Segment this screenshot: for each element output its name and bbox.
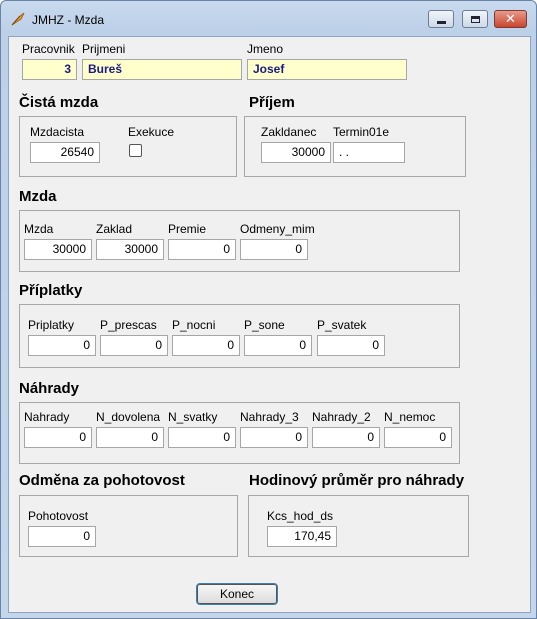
nahrady-2-field[interactable]: 0: [312, 427, 380, 448]
nahrady-heading: Náhrady: [19, 380, 80, 397]
exekuce-label: Exekuce: [128, 125, 175, 139]
prijem-heading: Příjem: [249, 94, 295, 111]
premie-label: Premie: [168, 222, 207, 236]
priplatky-field[interactable]: 0: [28, 335, 96, 356]
form-area: Pracovnik Prijmeni Jmeno 3 Bureš Josef Č…: [8, 36, 531, 613]
nahrady-field[interactable]: 0: [24, 427, 92, 448]
pohotovost-label: Pohotovost: [28, 509, 89, 523]
priplatky-label: Priplatky: [28, 318, 75, 332]
pracovnik-label: Pracovnik: [22, 42, 75, 56]
zakldanec-field[interactable]: 30000: [261, 142, 331, 163]
mzdacista-field[interactable]: 26540: [30, 142, 100, 163]
pohotovost-heading: Odměna za pohotovost: [19, 472, 185, 489]
close-button[interactable]: ✕: [494, 10, 527, 28]
mzda-label: Mzda: [24, 222, 54, 236]
p-prescas-label: P_prescas: [100, 318, 157, 332]
cista-mzda-heading: Čistá mzda: [19, 94, 99, 111]
termin-field[interactable]: . .: [333, 142, 405, 163]
p-sone-field[interactable]: 0: [244, 335, 312, 356]
konec-button[interactable]: Konec: [196, 583, 278, 605]
kcs-hod-ds-label: Kcs_hod_ds: [267, 509, 334, 523]
p-nocni-field[interactable]: 0: [172, 335, 240, 356]
termin-label: Termin01e: [333, 125, 390, 139]
zaklad-label: Zaklad: [96, 222, 133, 236]
minimize-icon: [436, 20, 446, 24]
window-title: JMHZ - Mzda: [32, 13, 104, 27]
nahrady-3-field[interactable]: 0: [240, 427, 308, 448]
nahrady-label: Nahrady: [24, 410, 70, 424]
mzda-field[interactable]: 30000: [24, 239, 92, 260]
n-dovolena-field[interactable]: 0: [96, 427, 164, 448]
title-bar[interactable]: JMHZ - Mzda ✕: [1, 1, 536, 37]
pracovnik-field[interactable]: 3: [22, 59, 77, 80]
mzdacista-label: Mzdacista: [30, 125, 85, 139]
p-svatek-field[interactable]: 0: [317, 335, 385, 356]
odmeny-mim-field[interactable]: 0: [240, 239, 308, 260]
jmeno-field[interactable]: Josef: [247, 59, 407, 80]
p-prescas-field[interactable]: 0: [100, 335, 168, 356]
zakldanec-label: Zakldanec: [261, 125, 317, 139]
premie-field[interactable]: 0: [168, 239, 236, 260]
kcs-hod-ds-field[interactable]: 170,45: [267, 526, 337, 547]
odmeny-mim-label: Odmeny_mim: [240, 222, 315, 236]
minimize-button[interactable]: [428, 10, 454, 28]
nahrady-3-label: Nahrady_3: [240, 410, 299, 424]
zaklad-field[interactable]: 30000: [96, 239, 164, 260]
n-svatky-field[interactable]: 0: [168, 427, 236, 448]
n-dovolena-label: N_dovolena: [96, 410, 161, 424]
maximize-icon: [470, 15, 480, 23]
prumer-heading: Hodinový průměr pro náhrady: [249, 472, 465, 489]
close-icon: ✕: [505, 11, 516, 27]
maximize-button[interactable]: [462, 10, 488, 28]
n-svatky-label: N_svatky: [168, 410, 218, 424]
exekuce-checkbox[interactable]: [129, 144, 142, 157]
n-nemoc-label: N_nemoc: [384, 410, 436, 424]
priplatky-heading: Příplatky: [19, 282, 83, 299]
app-window: JMHZ - Mzda ✕ Pracovnik Prijmeni Jmeno 3…: [0, 0, 537, 619]
prijmeni-label: Prijmeni: [82, 42, 126, 56]
p-nocni-label: P_nocni: [172, 318, 216, 332]
feather-icon: [10, 11, 26, 27]
n-nemoc-field[interactable]: 0: [384, 427, 452, 448]
prijmeni-field[interactable]: Bureš: [82, 59, 242, 80]
nahrady-2-label: Nahrady_2: [312, 410, 371, 424]
jmeno-label: Jmeno: [247, 42, 284, 56]
p-sone-label: P_sone: [244, 318, 285, 332]
p-svatek-label: P_svatek: [317, 318, 367, 332]
mzda-heading: Mzda: [19, 188, 57, 205]
pohotovost-field[interactable]: 0: [28, 526, 96, 547]
